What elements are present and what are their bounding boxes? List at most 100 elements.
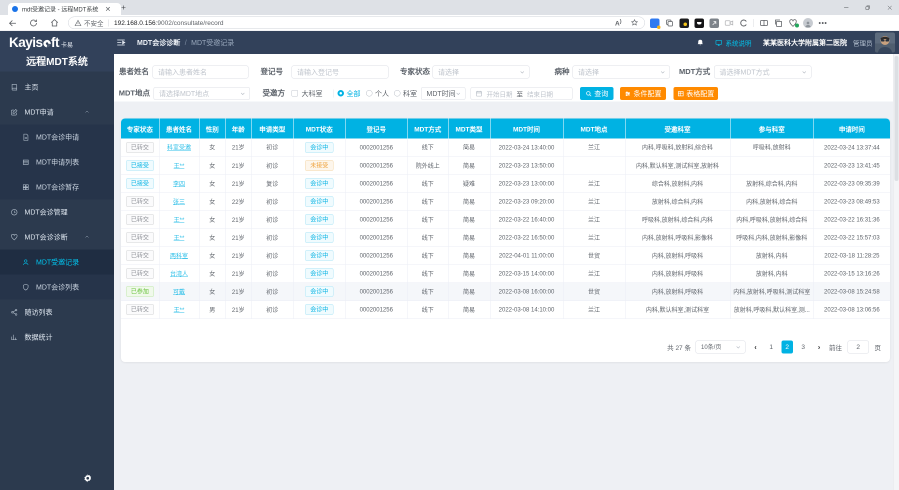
extension-blue-icon[interactable] — [650, 18, 660, 28]
patient-name-link[interactable]: 李四 — [173, 180, 185, 187]
sidebar-item-MDT会诊诊断[interactable]: MDT会诊诊断 — [0, 225, 114, 250]
patient-name-link[interactable]: 台湾人 — [170, 270, 188, 277]
split-screen-icon[interactable] — [760, 19, 769, 28]
patient-name-link[interactable]: 科室受邀 — [167, 144, 191, 151]
cell-patient-name[interactable]: 台湾人 — [159, 265, 199, 283]
system-help[interactable]: 系统说明 — [715, 38, 752, 48]
cell-patient-name[interactable]: 李四 — [159, 175, 199, 193]
sidebar-item-数据统计[interactable]: 数据统计 — [0, 325, 114, 350]
security-label[interactable]: 不安全 — [84, 18, 104, 28]
next-page-button[interactable]: › — [813, 343, 824, 351]
table-card: 专家状态患者姓名性别年龄申请类型MDT状态登记号MDT方式MDT类型MDT时间M… — [121, 119, 890, 363]
patient-name-link[interactable]: 可戴 — [173, 288, 185, 295]
table-row[interactable]: 已参加可戴女21岁初诊会诊中0002001256线下简易2022-03-08 1… — [121, 283, 890, 301]
table-row[interactable]: 已接受王**女21岁初诊未接受0002001256院外线上简易2022-03-2… — [121, 157, 890, 175]
table-row[interactable]: 已转交科室受邀女21岁初诊会诊中0002001256线下简易2022-03-24… — [121, 139, 890, 157]
table-row[interactable]: 已转交王**女21岁初诊会诊中0002001256线下简易2022-03-22 … — [121, 229, 890, 247]
invitee-radio-全部[interactable]: 全部 — [338, 87, 361, 100]
page-number-3[interactable]: 3 — [797, 341, 809, 354]
read-aloud-icon[interactable]: A) — [615, 18, 622, 27]
patient-name-link[interactable]: 王** — [174, 162, 185, 169]
sidebar-item-MDT会诊申请[interactable]: MDT会诊申请 — [0, 125, 114, 150]
cell-patient-name[interactable]: 张三 — [159, 193, 199, 211]
invitee-radio-科室[interactable]: 科室 — [394, 87, 417, 100]
scrollbar-thumb[interactable] — [895, 56, 899, 181]
tab-close-icon[interactable]: ✕ — [105, 6, 111, 13]
cell-patient-name[interactable]: 科室受邀 — [159, 139, 199, 157]
table-row[interactable]: 已转交王**男21岁初诊会诊中0002001256线下简易2022-03-08 … — [121, 301, 890, 319]
search-button[interactable]: 查询 — [580, 87, 614, 100]
goto-page-input[interactable]: 2 — [847, 341, 869, 354]
disease-select[interactable]: 请选择 — [573, 66, 671, 79]
patient-name-link[interactable]: 王** — [174, 234, 185, 241]
sidebar-collapse-icon[interactable] — [116, 38, 126, 48]
window-minimize-button[interactable] — [841, 2, 852, 13]
sidebar-item-MDT会诊暂存[interactable]: MDT会诊暂存 — [0, 175, 114, 200]
extension-gray-icon[interactable] — [710, 18, 720, 28]
table-row[interactable]: 已转交台湾人女21岁初诊会诊中0002001256线下简易2022-03-15 … — [121, 265, 890, 283]
sidebar-item-MDT受邀记录[interactable]: MDT受邀记录 — [0, 250, 114, 275]
notification-bell-icon[interactable] — [696, 39, 704, 47]
prev-page-button[interactable]: ‹ — [750, 343, 761, 351]
expert-status-select[interactable]: 请选择 — [433, 66, 530, 79]
table-row[interactable]: 已转交两科室女21岁初诊会诊中0002001256线下简易2022-04-01 … — [121, 247, 890, 265]
mdt-time-select[interactable]: MDT时间 — [421, 87, 466, 100]
mdt-place-select[interactable]: 请选择MDT地点 — [154, 87, 251, 100]
app-logo[interactable]: Kayisft 卡易 — [9, 35, 73, 51]
favorite-star-icon[interactable] — [631, 19, 639, 27]
table-row[interactable]: 已转交王**女21岁初诊会诊中0002001256线下简易2022-03-22 … — [121, 211, 890, 229]
cell-patient-name[interactable]: 两科室 — [159, 247, 199, 265]
register-no-input[interactable]: 请输入登记号 — [292, 66, 389, 79]
extension-camera-icon[interactable] — [725, 19, 734, 28]
cell-patient-name[interactable]: 王** — [159, 229, 199, 247]
copilot-icon[interactable] — [739, 19, 748, 28]
page-size-select[interactable]: 10条/页 — [695, 341, 745, 354]
user-avatar[interactable] — [875, 33, 895, 53]
table-row[interactable]: 已转交张三女22岁初诊会诊中0002001256线下简易2022-03-23 0… — [121, 193, 890, 211]
cell-patient-name[interactable]: 王** — [159, 211, 199, 229]
collections-icon[interactable] — [774, 19, 783, 28]
extension-dark-icon[interactable] — [695, 18, 705, 28]
page-number-2[interactable]: 2 — [781, 341, 793, 354]
browser-profile-avatar[interactable] — [803, 18, 813, 28]
table-config-button[interactable]: 表格配置 — [674, 87, 719, 100]
browser-tab[interactable]: mdt受邀记录 - 远程MDT系统 ✕ — [8, 3, 121, 15]
table-row[interactable]: 已接受李四女21岁复诊会诊中0002001256线下疑难2022-03-23 1… — [121, 175, 890, 193]
patient-name-link[interactable]: 张三 — [173, 198, 185, 205]
sidebar-item-随访列表[interactable]: 随访列表 — [0, 300, 114, 325]
page-scrollbar[interactable] — [893, 54, 899, 490]
sidebar-item-MDT申请列表[interactable]: MDT申请列表 — [0, 150, 114, 175]
window-restore-button[interactable] — [862, 2, 873, 13]
new-tab-button[interactable] — [120, 4, 127, 11]
cell-patient-name[interactable]: 可戴 — [159, 283, 199, 301]
cell-patient-name[interactable]: 王** — [159, 301, 199, 319]
browser-essentials-icon[interactable] — [789, 19, 798, 28]
breadcrumb-parent[interactable]: MDT会诊诊断 — [137, 38, 180, 48]
date-range-input[interactable]: 开始日期 至 结束日期 — [471, 87, 573, 100]
extension-copy-icon[interactable] — [665, 19, 674, 28]
window-close-button[interactable] — [884, 2, 895, 13]
sidebar-item-MDT会诊管理[interactable]: MDT会诊管理 — [0, 200, 114, 225]
extension-dark-yellow-icon[interactable] — [680, 18, 690, 28]
mdt-mode-select[interactable]: 请选择MDT方式 — [714, 66, 812, 79]
page-number-1[interactable]: 1 — [765, 341, 777, 354]
browser-menu-icon[interactable]: ••• — [819, 19, 828, 27]
sidebar-item-MDT申请[interactable]: MDT申请 — [0, 100, 114, 125]
condition-config-button[interactable]: 条件配置 — [620, 87, 666, 100]
sidebar-item-MDT会诊列表[interactable]: MDT会诊列表 — [0, 275, 114, 300]
cell-patient-name[interactable]: 王** — [159, 157, 199, 175]
sidebar-item-主页[interactable]: 主页 — [0, 75, 114, 100]
patient-name-link[interactable]: 王** — [174, 216, 185, 223]
major-dept-checkbox[interactable]: 大科室 — [292, 87, 323, 100]
patient-name-link[interactable]: 两科室 — [170, 252, 188, 259]
address-bar[interactable]: 不安全 192.168.0.156 :9002/consultate/recor… — [68, 17, 645, 30]
back-icon[interactable] — [8, 19, 18, 29]
radio-label: 个人 — [375, 88, 389, 98]
patient-name-link[interactable]: 王** — [174, 306, 185, 313]
refresh-icon[interactable] — [29, 19, 38, 28]
cell-expert-status: 已转交 — [121, 265, 159, 283]
settings-gear-icon[interactable] — [83, 474, 93, 484]
invitee-radio-个人[interactable]: 个人 — [366, 87, 389, 100]
patient-name-input[interactable]: 请输入患者姓名 — [153, 66, 249, 79]
home-icon[interactable] — [50, 19, 59, 28]
